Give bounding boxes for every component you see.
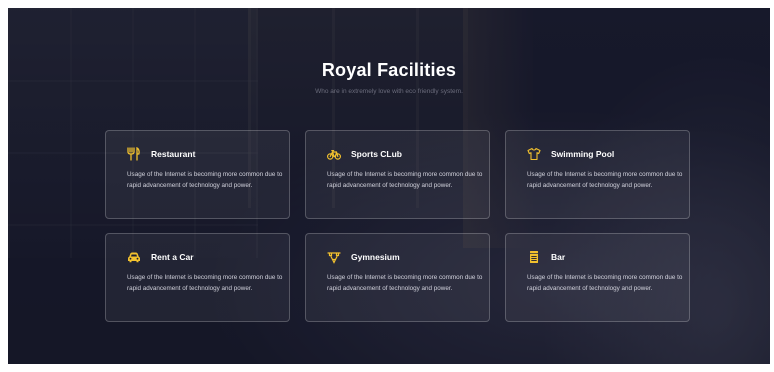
facility-description: Usage of the Internet is becoming more c… <box>327 171 483 189</box>
card-header: Sports CLub <box>327 146 477 162</box>
card-header: Swimming Pool <box>527 146 677 162</box>
facility-description: Usage of the Internet is becoming more c… <box>127 171 283 189</box>
facility-title: Swimming Pool <box>551 149 615 159</box>
car-icon <box>127 250 141 264</box>
section-header: Royal Facilities Who are in extremely lo… <box>8 60 770 95</box>
facility-card-restaurant[interactable]: Restaurant Usage of the Internet is beco… <box>105 130 290 219</box>
section-subtitle: Who are in extremely love with eco frien… <box>315 88 463 95</box>
facility-title: Bar <box>551 252 566 262</box>
tshirt-icon <box>527 147 541 161</box>
section-title: Royal Facilities <box>321 60 457 80</box>
facility-card-bar[interactable]: Bar Usage of the Internet is becoming mo… <box>505 233 690 322</box>
facilities-section: Royal Facilities Who are in extremely lo… <box>8 8 770 364</box>
restaurant-icon <box>127 147 141 161</box>
bar-icon <box>527 250 541 264</box>
facility-title: Sports CLub <box>351 149 402 159</box>
facility-title: Rent a Car <box>151 252 194 262</box>
facility-title: Gymnesium <box>351 252 400 262</box>
facility-description: Usage of the Internet is becoming more c… <box>327 274 483 292</box>
facility-card-sports-club[interactable]: Sports CLub Usage of the Internet is bec… <box>305 130 490 219</box>
facility-title: Restaurant <box>151 149 196 159</box>
facility-card-gymnesium[interactable]: Gymnesium Usage of the Internet is becom… <box>305 233 490 322</box>
dumbbell-icon <box>327 250 341 264</box>
facility-description: Usage of the Internet is becoming more c… <box>527 171 683 189</box>
facility-description: Usage of the Internet is becoming more c… <box>127 274 283 292</box>
card-header: Rent a Car <box>127 249 277 265</box>
facility-card-rent-a-car[interactable]: Rent a Car Usage of the Internet is beco… <box>105 233 290 322</box>
bicycle-icon <box>327 147 341 161</box>
facility-card-swimming-pool[interactable]: Swimming Pool Usage of the Internet is b… <box>505 130 690 219</box>
card-header: Restaurant <box>127 146 277 162</box>
card-header: Bar <box>527 249 677 265</box>
facilities-grid: Restaurant Usage of the Internet is beco… <box>105 130 690 322</box>
card-header: Gymnesium <box>327 249 477 265</box>
facility-description: Usage of the Internet is becoming more c… <box>527 274 683 292</box>
